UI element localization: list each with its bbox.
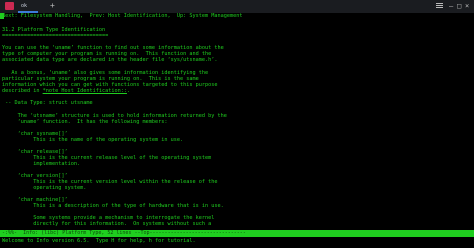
mode-line: -:%%- Info: (libc) Platform Type, 52 lin… (0, 230, 474, 237)
node-header: Next: Filesystem Handling, Prev: Host Id… (2, 13, 243, 19)
new-tab-button[interactable]: + (50, 1, 55, 11)
struct-description: ‘uname’ function. It has the following m… (2, 119, 168, 125)
paragraph-line-with-link: described in *note Host Identification::… (2, 88, 130, 94)
paragraph-text: . (126, 88, 131, 94)
title-bar: ok + – □ × (0, 0, 474, 13)
title-underline: ================================== (2, 33, 109, 39)
paragraph-line: associated data type are declared in the… (2, 57, 218, 63)
paragraph-text: described in (2, 88, 43, 94)
member-description: operating system. (2, 185, 87, 191)
host-identification-link[interactable]: *note Host Identification:: (43, 88, 127, 94)
member-description: This is the name of the operating system… (2, 137, 184, 143)
member-description: This is a description of the type of har… (2, 203, 224, 209)
mode-line-text: -:%%- Info: (libc) Platform Type, 52 lin… (2, 230, 246, 236)
paragraph-line: directly for this information. On system… (2, 221, 212, 227)
deftype-heading: -- Data Type: struct utsname (2, 100, 93, 106)
info-viewer[interactable]: Next: Filesystem Handling, Prev: Host Id… (0, 13, 474, 230)
minimize-icon[interactable]: – (449, 2, 453, 10)
terminal-app-icon (5, 2, 14, 10)
tab-label: ok (21, 3, 28, 9)
echo-area: Welcome to Info version 6.5. Type H for … (2, 238, 196, 244)
maximize-icon[interactable]: □ (457, 2, 461, 10)
close-icon[interactable]: × (465, 2, 469, 10)
hamburger-menu-icon[interactable] (436, 2, 443, 10)
member-description: implementation. (2, 161, 81, 167)
